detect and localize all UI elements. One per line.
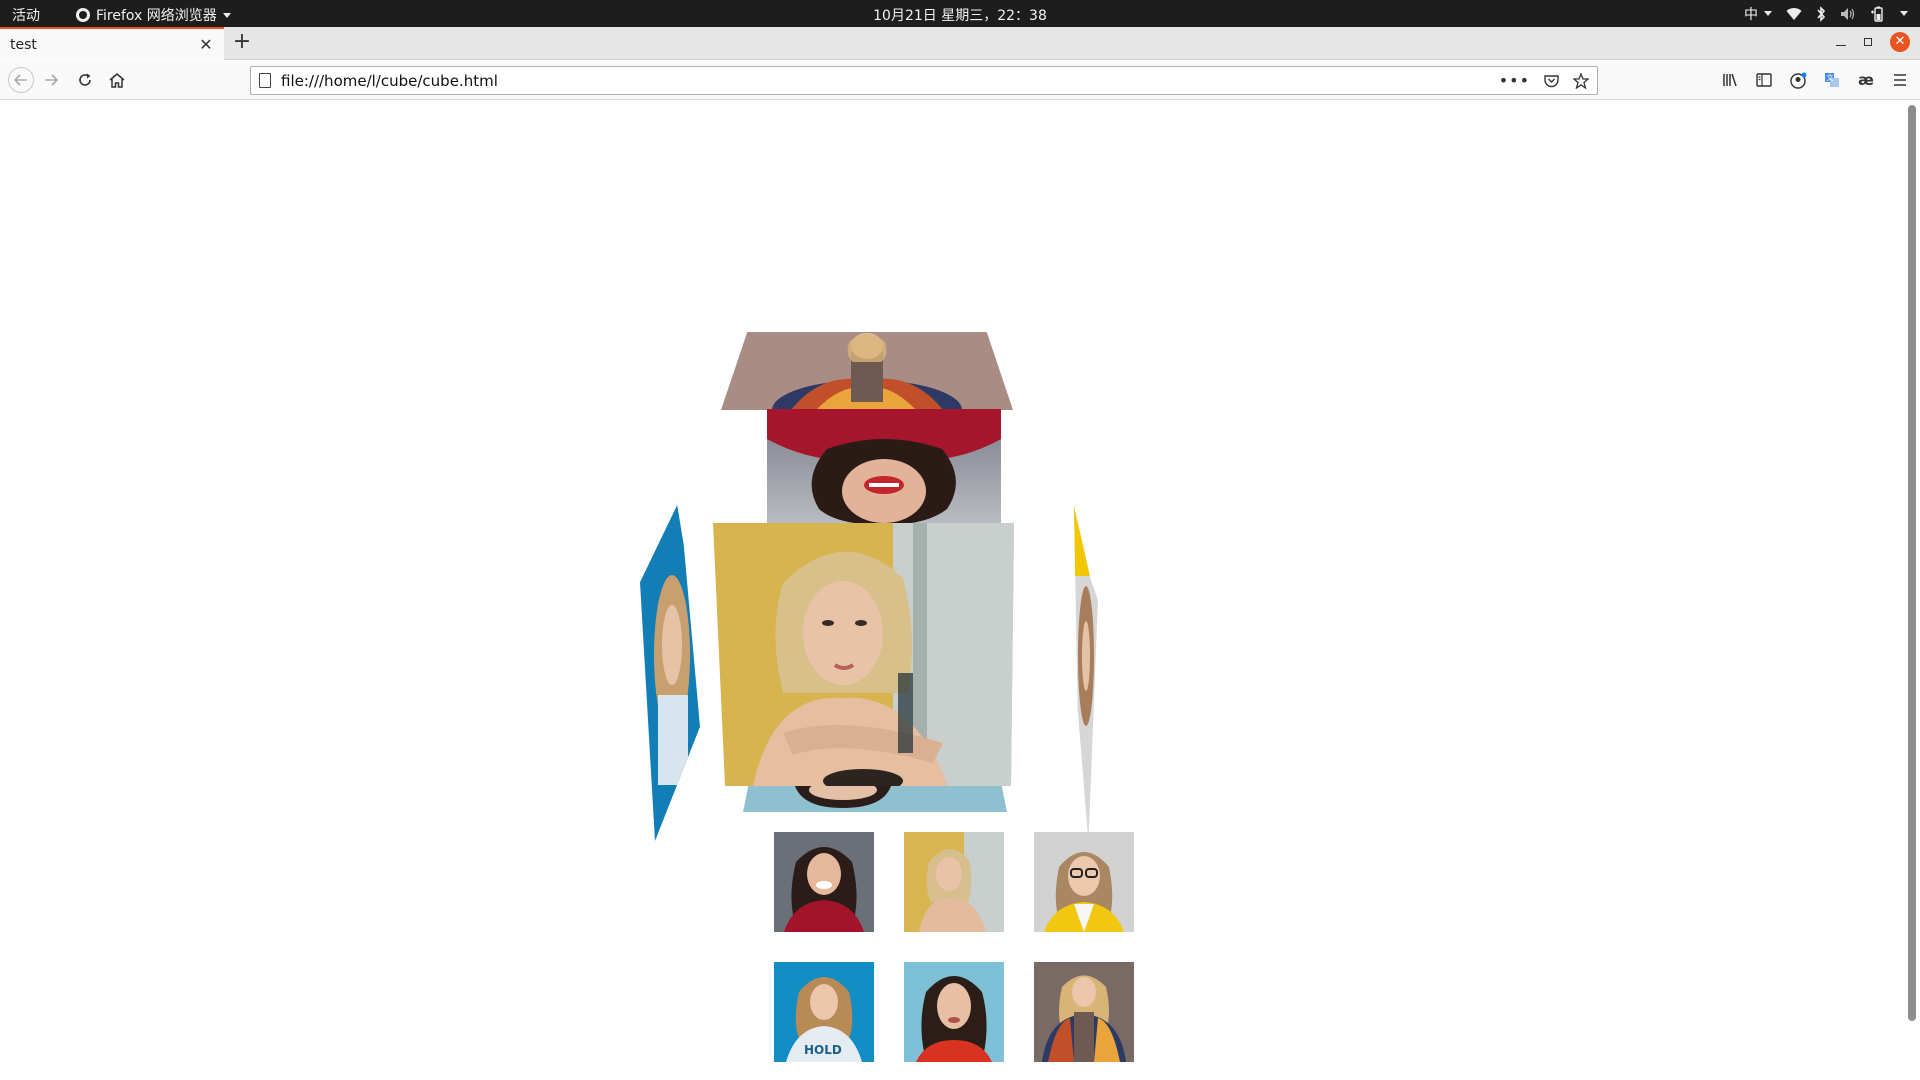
minimize-icon[interactable] bbox=[1836, 44, 1846, 46]
system-top-bar: 活动 Firefox 网络浏览器 10月21日 星期三，22：38 中 bbox=[0, 0, 1920, 27]
thumbnail-4[interactable]: HOLD bbox=[774, 962, 874, 1062]
battery-icon bbox=[1871, 6, 1883, 22]
forward-button[interactable] bbox=[40, 69, 62, 91]
back-button[interactable] bbox=[8, 67, 34, 93]
clock[interactable]: 10月21日 星期三，22：38 bbox=[873, 8, 1047, 24]
power-menu-chevron-icon[interactable] bbox=[1900, 11, 1908, 16]
navigation-toolbar: ••• 文 æ bbox=[0, 61, 1920, 100]
menu-icon[interactable] bbox=[1890, 69, 1910, 91]
bluetooth-icon bbox=[1817, 5, 1826, 22]
face-photo-woman-jacket bbox=[721, 332, 1013, 410]
thumb-photo-blonde-woman bbox=[904, 832, 1004, 932]
thumb-photo-woman-blue-top: HOLD bbox=[774, 962, 874, 1062]
url-bar-actions: ••• bbox=[1499, 71, 1589, 90]
cube-face-back bbox=[767, 409, 1001, 525]
wifi-icon bbox=[1786, 7, 1802, 20]
face-photo-blonde-woman bbox=[713, 523, 1014, 786]
cube-face-right bbox=[1074, 506, 1098, 842]
cube-face-bottom bbox=[743, 786, 1007, 812]
volume-icon bbox=[1841, 7, 1855, 20]
thumb-photo-woman-red-sweater bbox=[774, 832, 874, 932]
thumbnail-1[interactable] bbox=[774, 832, 874, 932]
sidebar-icon[interactable] bbox=[1754, 69, 1774, 91]
firefox-icon bbox=[76, 8, 90, 22]
tab-title: test bbox=[10, 36, 37, 53]
cube-face-top bbox=[721, 332, 1013, 410]
face-photo-woman-blue bbox=[640, 505, 700, 841]
toolbar-right: 文 æ bbox=[1720, 69, 1910, 91]
svg-text:文: 文 bbox=[1827, 73, 1834, 82]
system-tray[interactable]: 中 bbox=[1744, 3, 1908, 24]
chevron-down-icon bbox=[1764, 11, 1772, 16]
close-tab-icon[interactable]: ✕ bbox=[198, 35, 214, 54]
svg-text:HOLD: HOLD bbox=[804, 1043, 842, 1057]
thumbnail-5[interactable] bbox=[904, 962, 1004, 1062]
new-tab-button[interactable]: + bbox=[230, 31, 254, 55]
input-method-indicator[interactable]: 中 bbox=[1744, 4, 1772, 24]
cube-face-left bbox=[640, 505, 700, 841]
cube-face-front bbox=[713, 523, 1014, 786]
thumbnail-6[interactable] bbox=[1034, 962, 1134, 1062]
home-button[interactable] bbox=[106, 69, 128, 91]
app-menu-label: Firefox 网络浏览器 bbox=[96, 8, 217, 24]
input-method-label: 中 bbox=[1744, 6, 1758, 23]
reload-icon bbox=[79, 73, 91, 86]
page-icon bbox=[259, 73, 271, 88]
page-content: HOLD bbox=[0, 101, 1920, 1080]
chevron-down-icon bbox=[222, 12, 231, 18]
arrow-left-icon bbox=[14, 74, 27, 86]
thumbnail-grid: HOLD bbox=[774, 832, 1134, 1072]
home-icon bbox=[109, 72, 125, 88]
tab-test[interactable]: test ✕ bbox=[0, 27, 224, 60]
window-controls: ✕ bbox=[1836, 32, 1910, 52]
reload-button[interactable] bbox=[74, 69, 96, 91]
url-input[interactable] bbox=[281, 71, 1499, 90]
clock-container: 10月21日 星期三，22：38 bbox=[0, 5, 1920, 25]
extension-ae-icon[interactable]: æ bbox=[1856, 69, 1876, 91]
thumb-photo-woman-glasses bbox=[1034, 832, 1134, 932]
activities-button[interactable]: 活动 bbox=[12, 5, 40, 25]
account-icon[interactable] bbox=[1788, 69, 1808, 91]
thumbnail-2[interactable] bbox=[904, 832, 1004, 932]
face-photo-woman-yellow bbox=[1074, 506, 1098, 842]
thumb-photo-woman-jacket bbox=[1034, 962, 1134, 1062]
face-photo-woman-light-blue bbox=[743, 786, 1007, 812]
arrow-right-icon bbox=[45, 74, 58, 86]
vertical-scrollbar[interactable] bbox=[1908, 105, 1916, 1021]
maximize-icon[interactable] bbox=[1864, 38, 1872, 46]
url-bar[interactable]: ••• bbox=[250, 66, 1598, 95]
library-icon[interactable] bbox=[1720, 69, 1740, 91]
thumb-photo-woman-red-top bbox=[904, 962, 1004, 1062]
pocket-icon[interactable] bbox=[1544, 74, 1559, 88]
translate-icon[interactable]: 文 bbox=[1822, 69, 1842, 91]
app-menu[interactable]: Firefox 网络浏览器 bbox=[76, 5, 231, 25]
face-photo-woman-red-lips bbox=[767, 409, 1001, 525]
close-window-icon[interactable]: ✕ bbox=[1890, 32, 1910, 52]
thumbnail-3[interactable] bbox=[1034, 832, 1134, 932]
tab-strip: test ✕ + ✕ bbox=[0, 27, 1920, 60]
bookmark-star-icon[interactable] bbox=[1573, 72, 1589, 89]
page-actions-icon[interactable]: ••• bbox=[1499, 71, 1530, 90]
